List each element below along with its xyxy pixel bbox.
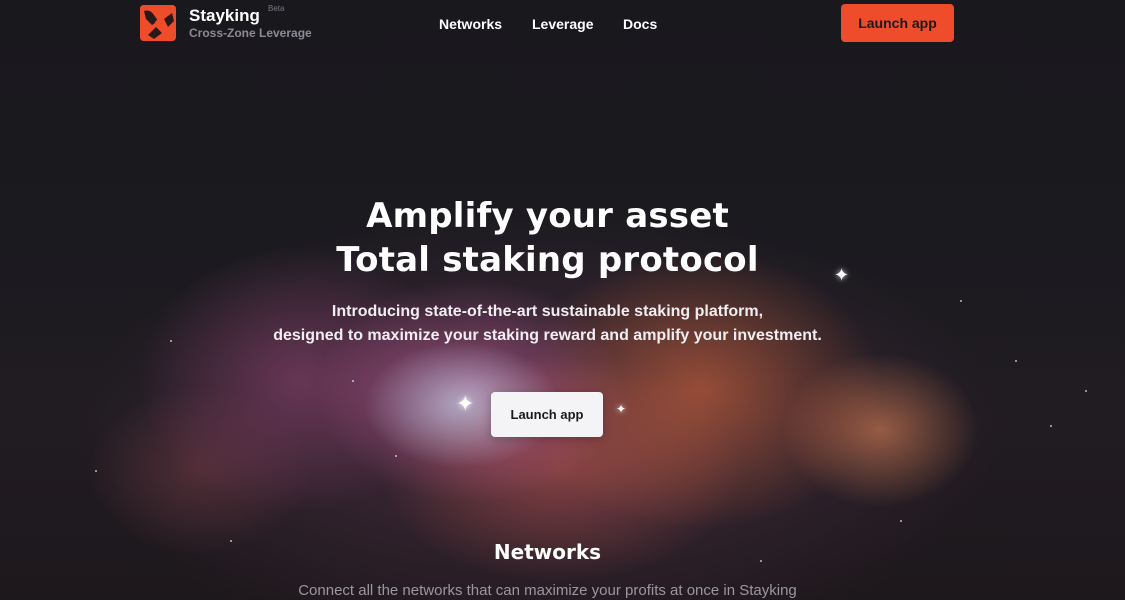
beta-badge: Beta [268, 4, 285, 13]
hero-subtitle-line-1: Introducing state-of-the-art sustainable… [331, 303, 764, 320]
landing-page: ✦ ✦ ✦ Stayking Beta Cross-Zone Leverage … [0, 0, 1125, 600]
star [960, 300, 962, 302]
networks-section-title: Networks [493, 540, 602, 564]
sparkle-icon: ✦ [616, 402, 627, 416]
brand-tagline: Cross-Zone Leverage [189, 26, 312, 40]
hero-subtitle-line-2: designed to maximize your staking reward… [273, 327, 822, 344]
star [352, 380, 354, 382]
hero-title-line-1: Amplify your asset [366, 196, 729, 236]
star [95, 470, 97, 472]
star [1085, 390, 1087, 392]
sparkle-icon: ✦ [456, 392, 475, 417]
star [900, 520, 902, 522]
hero-title-line-2: Total staking protocol [336, 240, 759, 280]
networks-section-subtitle: Connect all the networks that can maximi… [298, 582, 797, 599]
nav-link-networks[interactable]: Networks [439, 16, 502, 32]
nav-link-leverage[interactable]: Leverage [532, 16, 593, 32]
top-navbar: Stayking Beta Cross-Zone Leverage Networ… [0, 0, 1125, 48]
hero-launch-app-button[interactable]: Launch app [491, 392, 603, 437]
stayking-logo-icon[interactable] [140, 5, 176, 41]
nav-launch-app-button[interactable]: Launch app [841, 4, 954, 42]
star [1015, 360, 1017, 362]
brand-name[interactable]: Stayking [189, 6, 260, 26]
star [1050, 425, 1052, 427]
nav-link-docs[interactable]: Docs [623, 16, 657, 32]
star [395, 455, 397, 457]
